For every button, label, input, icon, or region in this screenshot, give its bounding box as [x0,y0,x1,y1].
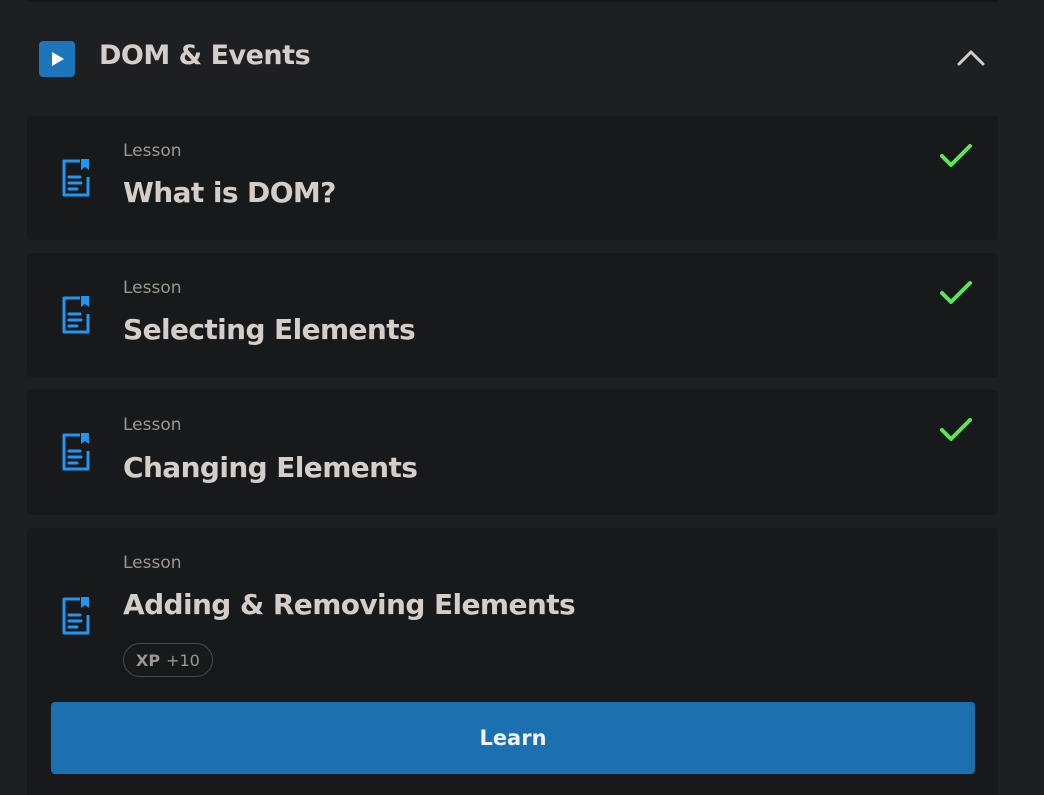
lesson-document-icon [60,431,92,473]
lesson-card[interactable]: Lesson Selecting Elements [27,253,998,377]
play-icon [39,41,75,77]
course-module-page: DOM & Events Lesson What is DOM? Lesson … [0,0,1044,795]
chevron-up-icon[interactable] [954,46,988,70]
section-title: DOM & Events [99,40,311,71]
lesson-card-current: Lesson Adding & Removing Elements XP +10… [27,528,998,795]
divider [28,0,998,2]
xp-value: +10 [166,650,200,670]
checkmark-icon [939,416,973,444]
xp-label: XP [136,650,161,670]
lesson-kicker: Lesson [123,278,182,298]
lesson-kicker: Lesson [123,553,182,573]
checkmark-icon [939,142,973,170]
lesson-title: Adding & Removing Elements [123,588,576,621]
lesson-document-icon [60,595,92,637]
lesson-title: Changing Elements [123,451,418,484]
lesson-document-icon [60,157,92,199]
lesson-title: Selecting Elements [123,313,416,346]
checkmark-icon [939,279,973,307]
lesson-card[interactable]: Lesson Changing Elements [27,390,998,515]
learn-button[interactable]: Learn [51,702,975,774]
lesson-document-icon [60,294,92,336]
xp-badge: XP +10 [123,643,213,677]
lesson-kicker: Lesson [123,415,182,435]
lesson-kicker: Lesson [123,141,182,161]
lesson-title: What is DOM? [123,176,336,209]
lesson-card[interactable]: Lesson What is DOM? [27,116,998,240]
section-header[interactable]: DOM & Events [0,22,1044,94]
